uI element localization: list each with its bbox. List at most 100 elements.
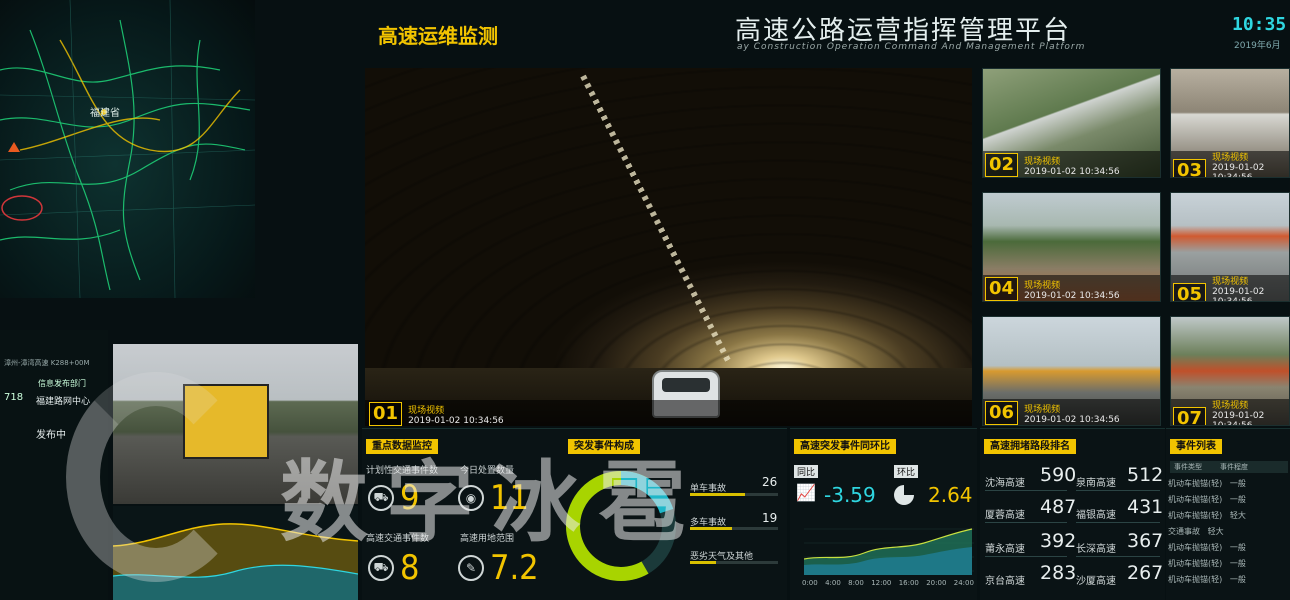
thumbnail-07[interactable]: 07 现场视频 2019-01-02 10:34:56 — [1170, 316, 1290, 426]
traffic-icon: ⛟ — [368, 555, 394, 581]
stat-value: 9 — [400, 478, 420, 518]
page-subtitle: ay Construction Operation Command And Ma… — [737, 42, 1086, 52]
video-timestamp: 2019-01-02 10:34:56 — [1212, 287, 1265, 302]
dashboard: 福建省 高速运维监测 高速公路运营指挥管理平台 ay Construction … — [0, 0, 1290, 600]
event-row[interactable]: 机动车抛锚(轻) 一般 — [1168, 558, 1246, 569]
video-timestamp: 2019-01-02 10:34:56 — [1024, 167, 1120, 177]
video-title: 现场视频 — [1024, 405, 1061, 415]
province-map[interactable]: 福建省 — [0, 0, 256, 299]
rank-value: 487 — [1040, 496, 1077, 518]
key-data-panel: 重点数据监控 计划性交通事件数 ⛟ 9 今日处置数量 ◉ 11 高速交通事件数 ⛟ 8… — [362, 428, 562, 600]
rank-name: 沈海高速 — [985, 478, 1025, 489]
warning-icon — [8, 142, 20, 152]
event-table-header: 事件类型 事件程度 — [1170, 461, 1288, 473]
tick-label: 0:00 — [802, 579, 818, 587]
event-row[interactable]: 机动车抛锚(轻) 轻大 — [1168, 510, 1246, 521]
video-number: 06 — [985, 401, 1019, 425]
video-number: 03 — [1173, 159, 1207, 177]
rank-name: 厦蓉高速 — [985, 510, 1025, 521]
video-timestamp: 2019-01-02 10:34:56 — [1024, 415, 1120, 425]
rank-value: 267 — [1127, 562, 1164, 584]
thumbnail-03[interactable]: 03 现场视频 2019-01-02 10:34:56 — [1170, 68, 1290, 178]
video-title: 现场视频 — [1024, 281, 1061, 291]
rank-name: 莆永高速 — [985, 544, 1025, 555]
ratio-area-chart — [804, 528, 974, 575]
chart-x-axis: 0:00 4:00 8:00 12:00 16:00 20:00 24:00 — [802, 579, 974, 587]
stat-label: 计划性交通事件数 — [366, 466, 439, 476]
stat-label: 高速用地范围 — [460, 534, 515, 544]
ranking-title: 高速拥堵路段排名 — [984, 439, 1076, 454]
video-number: 04 — [985, 277, 1019, 301]
rank-name: 泉南高速 — [1076, 478, 1116, 489]
ratio-panel: 高速突发事件同环比 同比 📈 -3.59 环比 2.64 0:00 4:00 8… — [790, 428, 977, 600]
info-dept: 福建路网中心 — [36, 397, 91, 407]
tick-label: 16:00 — [898, 579, 919, 587]
info-location: 漳州-漳湾高速 K288+00M — [4, 359, 90, 367]
mom-label: 环比 — [894, 465, 919, 478]
rank-value: 392 — [1040, 530, 1077, 552]
tick-label: 8:00 — [848, 579, 864, 587]
stat-value: 8 — [400, 548, 420, 588]
province-label: 福建省 — [90, 108, 120, 119]
mom-value: 2.64 — [928, 483, 973, 507]
stat-label: 今日处置数量 — [460, 466, 515, 476]
tick-label: 12:00 — [871, 579, 892, 587]
emergency-item-value: 26 — [762, 475, 778, 489]
emergency-bar — [690, 493, 778, 496]
event-list-title: 事件列表 — [1170, 439, 1222, 454]
truck-icon: ⛟ — [368, 485, 394, 511]
pie-icon — [894, 485, 914, 505]
chart-icon: 📈 — [796, 483, 816, 502]
rank-value: 283 — [1040, 562, 1077, 584]
stat-value: 7.2 — [490, 548, 539, 588]
tick-label: 20:00 — [926, 579, 947, 587]
rank-name: 福银高速 — [1076, 510, 1116, 521]
main-video-feed[interactable]: 01 现场视频 2019-01-02 10:34:56 — [365, 68, 972, 426]
thumbnail-04[interactable]: 04 现场视频 2019-01-02 10:34:56 — [982, 192, 1161, 302]
column-header: 事件类型 — [1174, 463, 1202, 471]
rank-value: 367 — [1127, 530, 1164, 552]
video-number: 01 — [369, 402, 403, 426]
video-title: 现场视频 — [1212, 153, 1249, 163]
tick-label: 24:00 — [953, 579, 974, 587]
emergency-bar — [690, 561, 778, 564]
event-row[interactable]: 交通事故 轻大 — [1168, 526, 1224, 537]
thumbnail-06[interactable]: 06 现场视频 2019-01-02 10:34:56 — [982, 316, 1161, 426]
info-dept-label: 信息发布部门 — [38, 379, 86, 388]
emergency-title: 突发事件构成 — [568, 439, 640, 454]
road-network-map — [0, 0, 256, 299]
video-title: 现场视频 — [1024, 157, 1061, 167]
watermark-logo — [66, 372, 246, 582]
stat-label: 高速交通事件数 — [366, 534, 430, 544]
emergency-item-value: 19 — [762, 511, 778, 525]
emergency-bar — [690, 527, 778, 530]
rank-value: 512 — [1127, 464, 1164, 486]
info-status: 发布中 — [36, 430, 66, 441]
clock-date: 2019年6月 — [1234, 41, 1281, 51]
key-data-title: 重点数据监控 — [366, 439, 438, 454]
emergency-donut — [566, 471, 676, 581]
emergency-panel: 突发事件构成 单车事故 26 多车事故 19 恶劣天气及其他 — [562, 428, 787, 600]
thumbnail-05[interactable]: 05 现场视频 2019-01-02 10:34:56 — [1170, 192, 1290, 302]
video-title: 现场视频 — [408, 406, 445, 416]
info-code: 718 — [4, 392, 24, 403]
road-icon: ✎ — [458, 555, 484, 581]
ratio-title: 高速突发事件同环比 — [794, 439, 896, 454]
event-row[interactable]: 机动车抛锚(轻) 一般 — [1168, 542, 1246, 553]
rank-value: 590 — [1040, 464, 1077, 486]
video-number: 02 — [985, 153, 1019, 177]
alert-ring — [1, 195, 43, 221]
video-number: 05 — [1173, 283, 1207, 301]
event-row[interactable]: 机动车抛锚(轻) 一般 — [1168, 494, 1246, 505]
clock: 10:35:49 — [1232, 14, 1290, 35]
yoy-label: 同比 — [794, 465, 819, 478]
event-row[interactable]: 机动车抛锚(轻) 一般 — [1168, 478, 1246, 489]
rank-name: 沙厦高速 — [1076, 576, 1116, 587]
video-timestamp: 2019-01-02 10:34:56 — [1212, 411, 1265, 426]
video-timestamp: 2019-01-02 10:34:56 — [408, 416, 504, 426]
section-title: 高速运维监测 — [378, 24, 498, 48]
event-row[interactable]: 机动车抛锚(轻) 一般 — [1168, 574, 1246, 585]
thumbnail-02[interactable]: 02 现场视频 2019-01-02 10:34:56 — [982, 68, 1161, 178]
tick-label: 4:00 — [825, 579, 841, 587]
video-timestamp: 2019-01-02 10:34:56 — [1024, 291, 1120, 301]
